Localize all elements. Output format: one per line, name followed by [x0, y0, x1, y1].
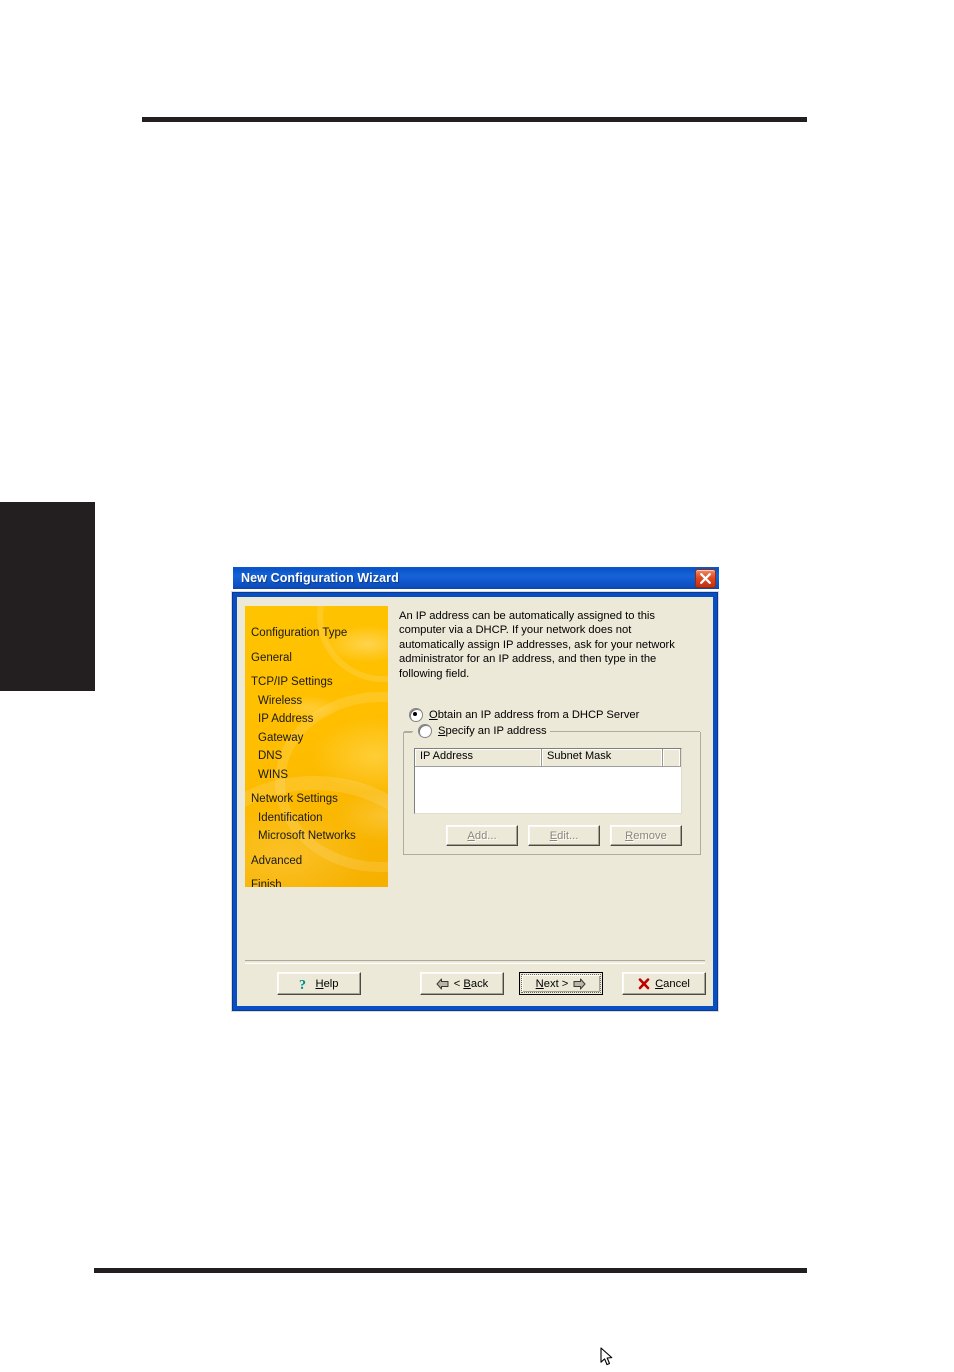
ip-table-button-row: Add... Edit... Remove: [414, 825, 682, 847]
sidebar-item-label: General: [251, 651, 292, 664]
sidebar-item-label: Advanced: [251, 854, 303, 867]
listview-rows: [415, 767, 681, 814]
help-button-label: Help: [315, 978, 338, 990]
dialog-titlebar[interactable]: New Configuration Wizard: [233, 567, 719, 589]
sidebar-item-dns[interactable]: DNS: [251, 750, 388, 763]
wizard-page-content: An IP address can be automatically assig…: [399, 609, 703, 856]
wizard-step-list: Configuration Type General TCP/IP Settin…: [245, 606, 388, 887]
next-button[interactable]: Next >: [519, 972, 603, 995]
groupbox-border-right: [546, 731, 700, 733]
sidebar-item-general[interactable]: General: [251, 651, 388, 665]
help-button[interactable]: ? Help: [277, 972, 361, 995]
accel-char: N: [535, 977, 544, 990]
page-bottom-rule: [94, 1268, 807, 1273]
sidebar-item-identification[interactable]: Identification: [251, 812, 388, 825]
arrow-right-icon: [573, 978, 586, 990]
dialog-title: New Configuration Wizard: [241, 571, 399, 585]
accel-char: B: [463, 977, 471, 990]
column-header-subnet-mask[interactable]: Subnet Mask: [542, 749, 664, 767]
sidebar-item-label: Finish: [251, 879, 282, 887]
dialog-body: Configuration Type General TCP/IP Settin…: [237, 597, 713, 1366]
label-rest: btain an IP address from a DHCP Server: [437, 709, 640, 722]
label-rest: elp: [323, 977, 339, 990]
label-rest: dd...: [474, 829, 497, 842]
svg-text:?: ?: [299, 978, 306, 991]
cancel-button-label: Cancel: [655, 978, 690, 990]
sidebar-item-configuration-type[interactable]: Configuration Type: [251, 627, 388, 640]
sidebar-group-network-settings[interactable]: Network Settings Identification Microsof…: [251, 793, 388, 843]
sidebar-item-advanced[interactable]: Advanced: [251, 854, 388, 868]
listview-header: IP Address Subnet Mask: [415, 749, 681, 768]
accel-char: O: [429, 709, 438, 722]
label-rest: ack: [470, 977, 489, 990]
edit-button[interactable]: Edit...: [528, 825, 600, 847]
label-rest: emove: [633, 829, 667, 842]
intro-text: An IP address can be automatically assig…: [399, 610, 675, 680]
question-mark-icon: ?: [299, 977, 310, 991]
ip-address-listview[interactable]: IP Address Subnet Mask: [414, 748, 682, 815]
column-header-extra[interactable]: [663, 749, 681, 767]
radio-label-dhcp: Obtain an IP address from a DHCP Server: [429, 709, 639, 721]
remove-button[interactable]: Remove: [610, 825, 682, 847]
sidebar-item-label: Network Settings: [251, 793, 338, 805]
groupbox-border-left: [404, 731, 413, 733]
dialog-client-area: New Configuration Wizard Configuration T…: [233, 567, 719, 1366]
accel-char: H: [315, 977, 324, 990]
radio-button-dhcp[interactable]: [409, 708, 423, 723]
sidebar-item-label: Configuration Type: [251, 627, 348, 639]
sidebar-item-ip-address[interactable]: IP Address: [251, 713, 388, 726]
sidebar-group-tcpip-settings[interactable]: TCP/IP Settings Wireless IP Address Gate…: [251, 676, 388, 782]
radio-option-specify-ip[interactable]: Specify an IP address: [415, 724, 550, 739]
next-button-label: Next >: [536, 978, 569, 990]
dialog-footer: ? Help < Back Next > Cancel: [237, 964, 713, 1366]
back-button-label: < Back: [454, 978, 489, 990]
label-rest: ancel: [663, 977, 690, 990]
radio-label-specify-ip: Specify an IP address: [438, 725, 547, 737]
radio-button-specify-ip[interactable]: [418, 724, 432, 739]
next-button-focus-ring: Next >: [521, 974, 601, 993]
remove-button-label: Remove: [625, 830, 667, 842]
label-pre: <: [453, 977, 464, 990]
back-button[interactable]: < Back: [420, 972, 504, 995]
sidebar-item-wins[interactable]: WINS: [251, 769, 388, 782]
sidebar-item-finish[interactable]: Finish: [251, 879, 388, 887]
sidebar-item-wireless[interactable]: Wireless: [251, 695, 388, 708]
accel-char: C: [655, 977, 664, 990]
page-top-rule: [142, 117, 807, 122]
label-rest: ext >: [543, 977, 569, 990]
add-button-label: Add...: [467, 830, 496, 842]
add-button[interactable]: Add...: [446, 825, 518, 847]
wizard-step-sidebar: Configuration Type General TCP/IP Settin…: [245, 606, 388, 887]
edit-button-label: Edit...: [550, 830, 579, 842]
arrow-left-icon: [436, 978, 449, 990]
label-rest: pecify an IP address: [445, 725, 547, 738]
mouse-cursor-arrow: [600, 1347, 614, 1367]
cancel-button[interactable]: Cancel: [622, 972, 706, 995]
cross-icon: [638, 977, 650, 990]
column-header-ip-address[interactable]: IP Address: [415, 749, 543, 767]
label-rest: dit...: [557, 829, 579, 842]
new-configuration-wizard-dialog: New Configuration Wizard Configuration T…: [232, 567, 719, 1366]
sidebar-item-gateway[interactable]: Gateway: [251, 732, 388, 745]
sidebar-item-microsoft-networks[interactable]: Microsoft Networks: [251, 830, 388, 843]
radio-option-dhcp[interactable]: Obtain an IP address from a DHCP Server: [409, 708, 703, 723]
specify-ip-groupbox: Specify an IP address IP Address Subnet …: [403, 724, 701, 856]
sidebar-item-label: TCP/IP Settings: [251, 676, 333, 688]
accel-char: A: [467, 829, 475, 842]
page-side-tab: [0, 502, 95, 691]
close-icon[interactable]: [695, 568, 716, 588]
